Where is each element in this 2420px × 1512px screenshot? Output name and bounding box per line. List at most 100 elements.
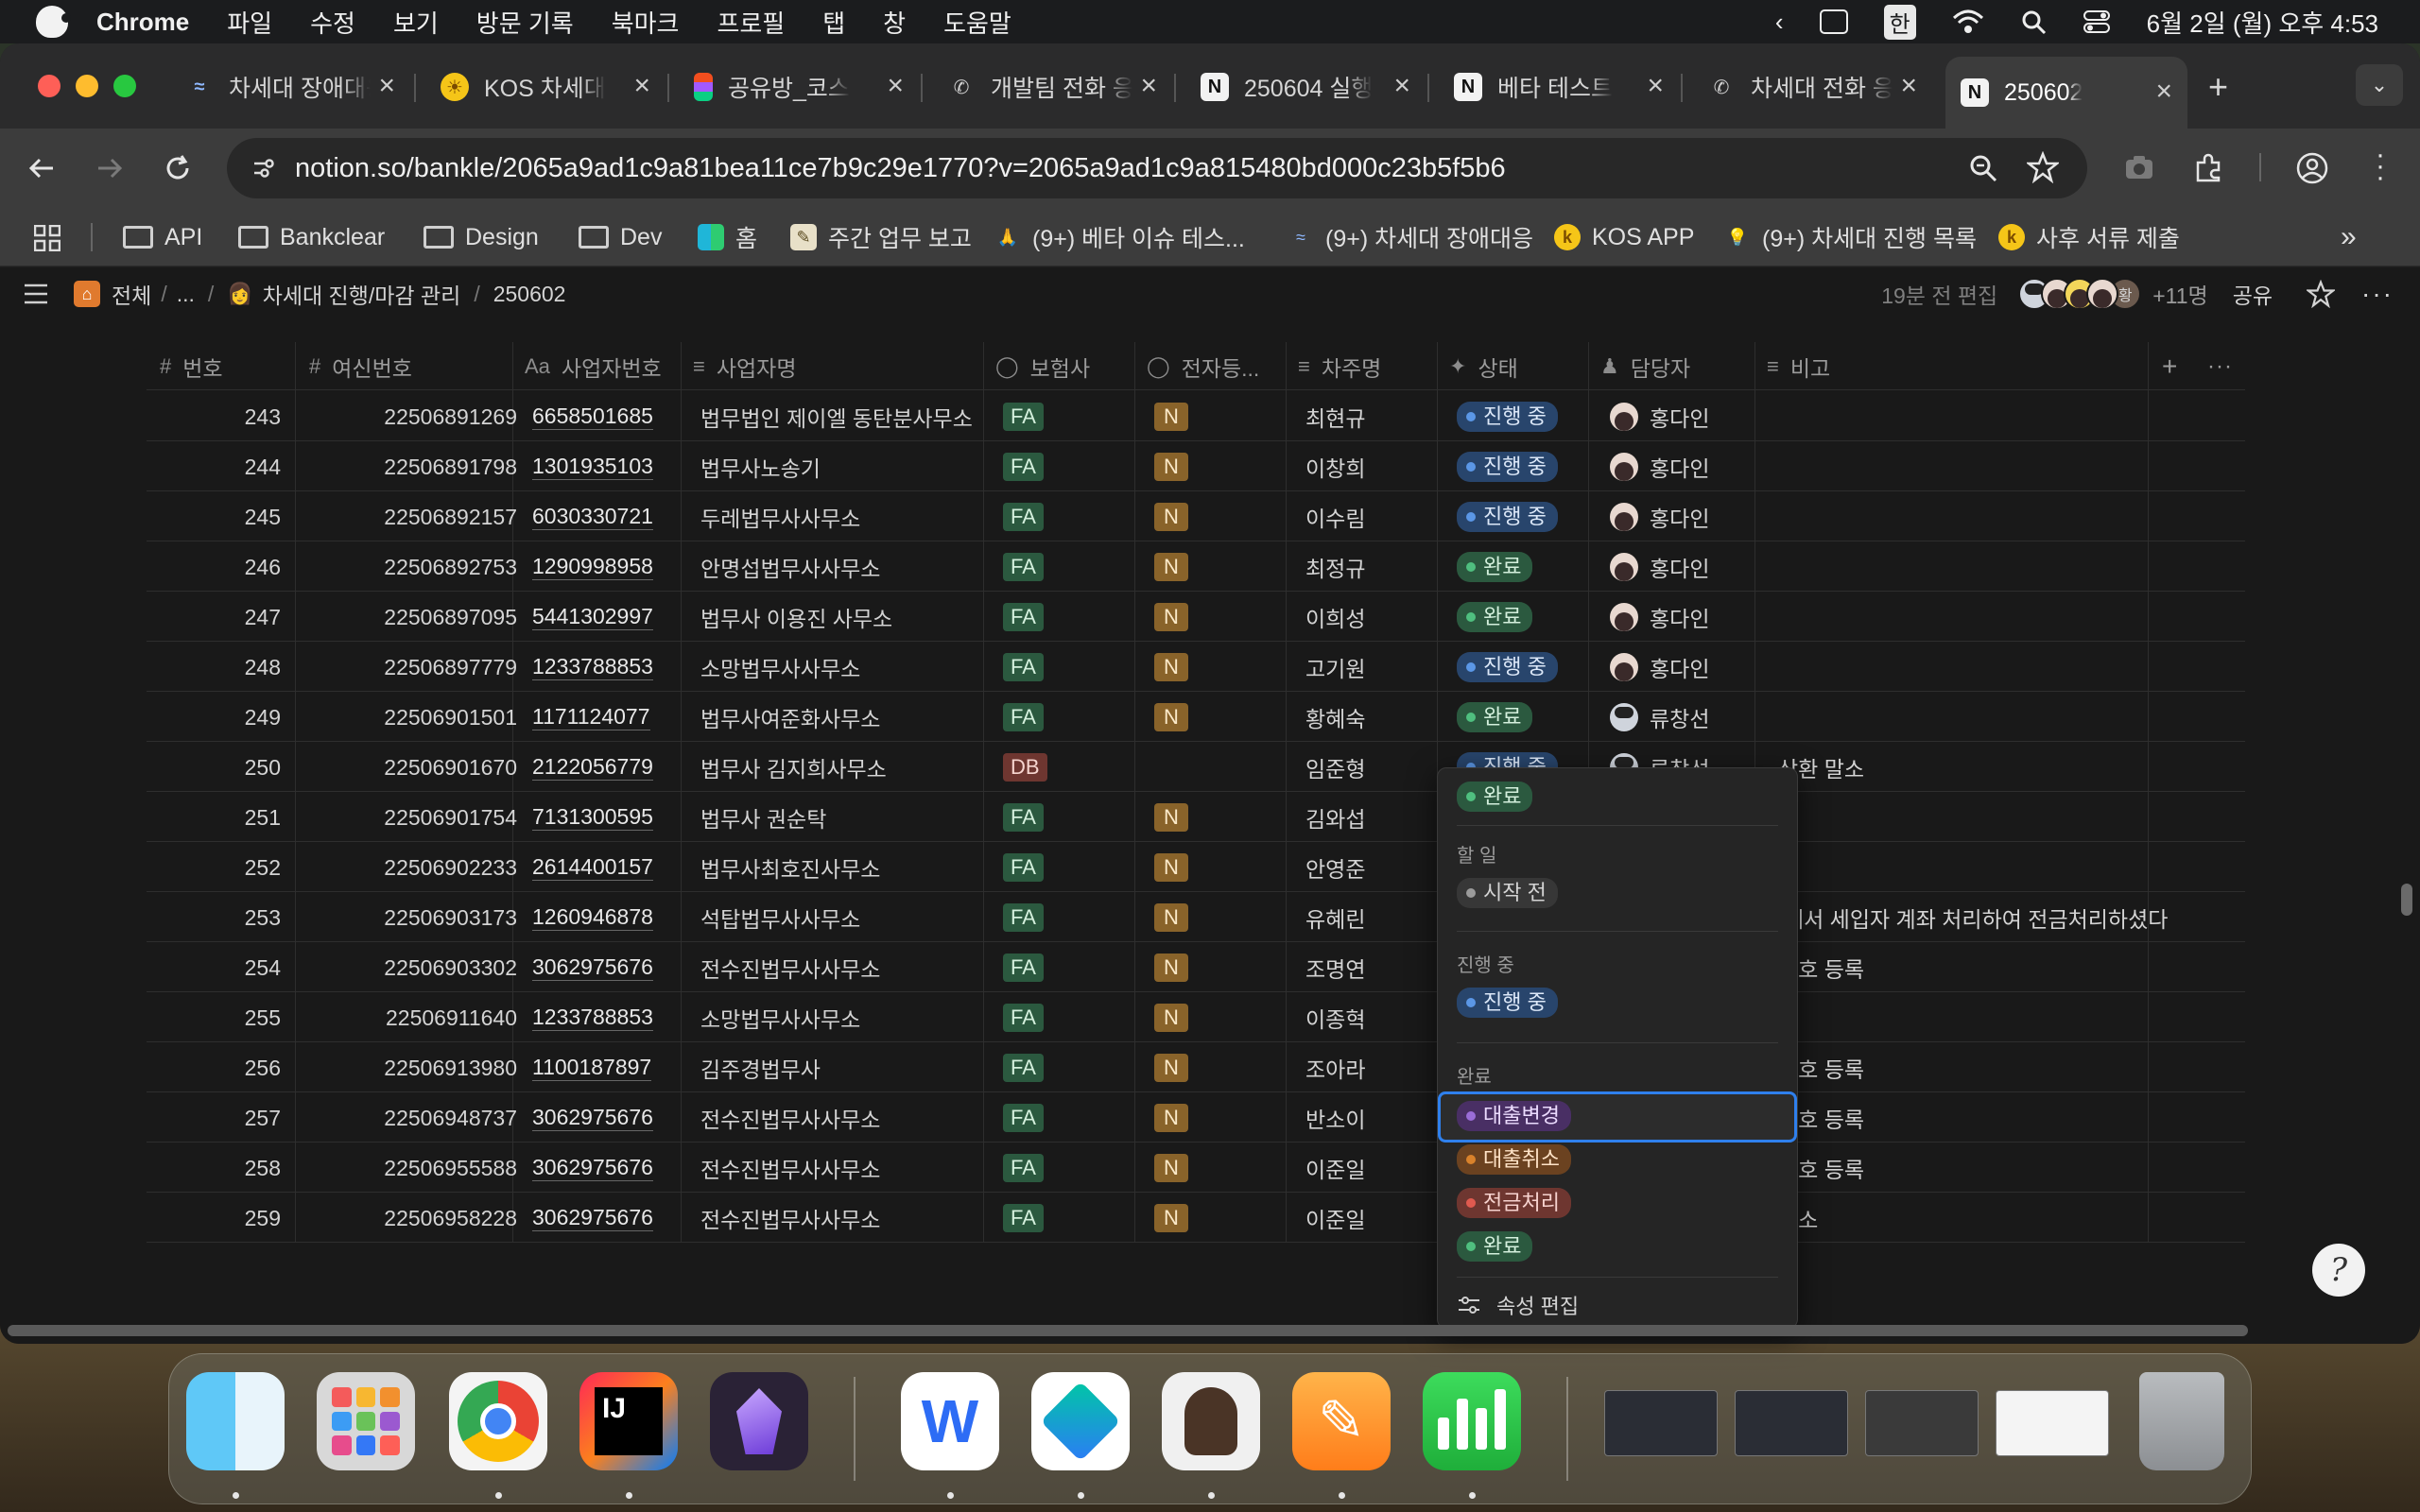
table-row[interactable]: 246 22506892753 1290998958 안명섭법무사사무소 FA N 최정규 완…: [147, 542, 2245, 592]
close-window-button[interactable]: [38, 75, 60, 97]
option-in-progress[interactable]: 진행 중: [1457, 988, 1558, 1018]
cell-loan[interactable]: 22506897779: [309, 643, 517, 692]
cell-biz[interactable]: 1260946878: [525, 893, 685, 942]
more-options-icon[interactable]: ···: [2361, 279, 2394, 309]
cell-name[interactable]: 전수진법무사사무소: [693, 1143, 986, 1193]
cell-no[interactable]: 255: [160, 993, 281, 1042]
cell-mgr[interactable]: 홍다인: [1600, 392, 1761, 441]
new-tab-button[interactable]: +: [2208, 64, 2228, 110]
menu-tab[interactable]: 탭: [822, 5, 845, 40]
cell-no[interactable]: 246: [160, 542, 281, 592]
tab-3[interactable]: ✆ 개발팀 전화 응대 ×: [947, 64, 1157, 110]
cell-owner[interactable]: 이준일: [1298, 1194, 1440, 1243]
cell-note[interactable]: 번호 등록: [1767, 1143, 2296, 1193]
breadcrumb-root[interactable]: 전체: [112, 278, 151, 310]
add-property-plus-icon[interactable]: +: [2162, 343, 2177, 390]
cell-no[interactable]: 259: [160, 1194, 281, 1243]
cell-ins[interactable]: FA: [995, 943, 1137, 992]
camera-icon[interactable]: [2123, 151, 2155, 183]
trash-icon[interactable]: [2139, 1372, 2224, 1470]
cell-loan[interactable]: 22506948737: [309, 1093, 517, 1143]
back-arrow-icon[interactable]: [26, 153, 57, 183]
collaborator-avatars[interactable]: 황: [2018, 278, 2147, 310]
cell-name[interactable]: 법무사최호진사무소: [693, 843, 986, 892]
table-row[interactable]: 257 22506948737 3062975676 전수진법무사사무소 FA N 반소이 번…: [147, 1093, 2245, 1143]
cell-no[interactable]: 253: [160, 893, 281, 942]
cell-e[interactable]: [1147, 743, 1288, 792]
minimized-window-intellij[interactable]: [1735, 1390, 1848, 1456]
cell-note[interactable]: [1767, 442, 2296, 491]
site-info-icon[interactable]: [251, 156, 276, 180]
cell-name[interactable]: 김주경법무사: [693, 1043, 986, 1092]
table-row[interactable]: 243 22506891269 6658501685 법무법인 제이엘 동탄분사무소 F…: [147, 392, 2245, 441]
cell-mgr[interactable]: 홍다인: [1600, 643, 1761, 692]
cell-owner[interactable]: 최정규: [1298, 542, 1440, 592]
forward-arrow-icon[interactable]: [95, 153, 125, 183]
favorite-star-icon[interactable]: [2307, 280, 2336, 308]
cell-loan[interactable]: 22506901670: [309, 743, 517, 792]
cell-owner[interactable]: 안영준: [1298, 843, 1440, 892]
cell-name[interactable]: 전수진법무사사무소: [693, 943, 986, 992]
table-row[interactable]: 254 22506903302 3062975676 전수진법무사사무소 FA N 조명연 번…: [147, 943, 2245, 992]
table-row[interactable]: 258 22506955588 3062975676 전수진법무사사무소 FA N 이준일 번…: [147, 1143, 2245, 1193]
cell-note[interactable]: [1767, 492, 2296, 541]
cell-owner[interactable]: 이수림: [1298, 492, 1440, 541]
cell-ins[interactable]: FA: [995, 492, 1137, 541]
extensions-puzzle-icon[interactable]: [2193, 151, 2225, 183]
cell-loan[interactable]: 22506891269: [309, 392, 517, 441]
cell-loan[interactable]: 22506902233: [309, 843, 517, 892]
apps-grid-icon[interactable]: [34, 225, 60, 251]
cell-biz[interactable]: 3062975676: [525, 1194, 685, 1243]
cell-ins[interactable]: FA: [995, 893, 1137, 942]
cell-owner[interactable]: 이종혁: [1298, 993, 1440, 1042]
cell-loan[interactable]: 22506892157: [309, 492, 517, 541]
address-bar[interactable]: notion.so/bankle/2065a9ad1c9a81bea11ce7b…: [227, 138, 2087, 198]
cell-note[interactable]: [1767, 593, 2296, 642]
cell-e[interactable]: N: [1147, 1143, 1288, 1193]
cell-status[interactable]: 진행 중: [1449, 392, 1591, 441]
chevron-left-icon[interactable]: ‹: [1775, 8, 1784, 37]
column-header-electronic[interactable]: ◯ 전자등...: [1147, 343, 1259, 390]
cell-status[interactable]: 진행 중: [1449, 442, 1591, 491]
cell-no[interactable]: 249: [160, 693, 281, 742]
cell-biz[interactable]: 1301935103: [525, 442, 685, 491]
table-row[interactable]: 255 22506911640 1233788853 소망법무사사무소 FA N 이종혁: [147, 993, 2245, 1042]
notion-ai-help-icon[interactable]: ?: [2312, 1244, 2365, 1297]
cell-status[interactable]: 진행 중: [1449, 643, 1591, 692]
cell-name[interactable]: 두레법무사사무소: [693, 492, 986, 541]
table-row[interactable]: 251 22506901754 7131300595 법무사 권순탁 FA N 김와섭: [147, 793, 2245, 842]
cell-owner[interactable]: 임준형: [1298, 743, 1440, 792]
cell-name[interactable]: 법무사노송기: [693, 442, 986, 491]
tab-7-active[interactable]: N 250602 ×: [1945, 57, 2187, 129]
cell-no[interactable]: 251: [160, 793, 281, 842]
cell-note[interactable]: 상환 말소: [1767, 743, 2296, 792]
chrome-menu-icon[interactable]: · · ·: [2375, 141, 2386, 192]
tab-0[interactable]: ≈ 차세대 장애대응 ×: [185, 64, 396, 110]
cell-owner[interactable]: 유혜린: [1298, 893, 1440, 942]
selected-status-chip[interactable]: 완료: [1457, 782, 1533, 812]
cell-biz[interactable]: 5441302997: [525, 593, 685, 642]
cell-loan[interactable]: 22506901501: [309, 693, 517, 742]
cell-e[interactable]: N: [1147, 843, 1288, 892]
apple-menu-icon[interactable]: [36, 6, 71, 38]
table-row[interactable]: 249 22506901501 1171124077 법무사여준화사무소 FA N 황혜숙 완…: [147, 693, 2245, 742]
menu-help[interactable]: 도움말: [943, 5, 1011, 40]
cell-note[interactable]: [1767, 993, 2296, 1042]
cell-name[interactable]: 법무사 이용진 사무소: [693, 593, 986, 642]
cell-ins[interactable]: FA: [995, 1043, 1137, 1092]
cell-e[interactable]: N: [1147, 643, 1288, 692]
breadcrumb-current[interactable]: 250602: [493, 282, 566, 307]
cell-e[interactable]: N: [1147, 1093, 1288, 1143]
wifi-icon[interactable]: [1952, 9, 1984, 35]
cell-note[interactable]: [1767, 693, 2296, 742]
extra-members-count[interactable]: +11명: [2152, 278, 2207, 310]
cell-owner[interactable]: 조아라: [1298, 1043, 1440, 1092]
table-row[interactable]: 250225069016702122056779법무사 김지희사무소DB임준형진…: [147, 743, 2245, 792]
option-complete[interactable]: 완료: [1457, 1231, 1533, 1262]
cell-biz[interactable]: 6658501685: [525, 392, 685, 441]
cell-biz[interactable]: 2122056779: [525, 743, 685, 792]
tab-search-button[interactable]: ⌄: [2356, 64, 2403, 106]
cell-no[interactable]: 245: [160, 492, 281, 541]
cell-note[interactable]: 번호 등록: [1767, 1093, 2296, 1143]
bookmark-design[interactable]: Design: [424, 219, 539, 255]
